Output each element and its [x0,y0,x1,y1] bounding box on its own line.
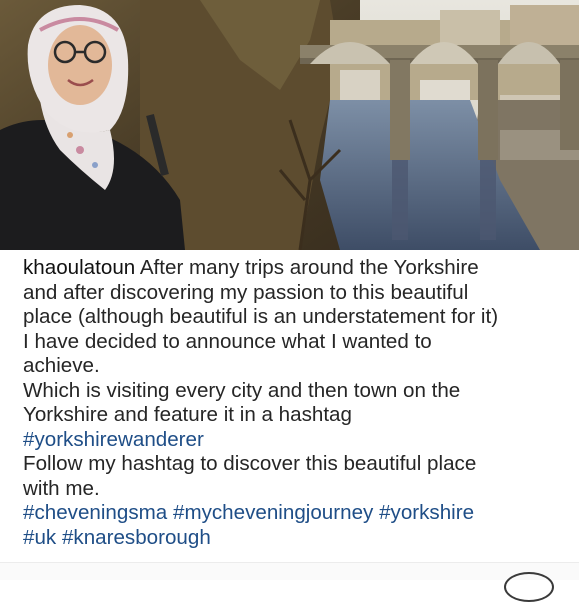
follow-line-1: Follow my hashtag to discover this beaut… [23,452,477,475]
post-photo[interactable] [0,0,579,250]
caption-line-4: I have decided to announce what I wanted… [23,329,432,353]
hashtag-line-2: #uk #knaresborough [23,526,575,551]
hashtag-link[interactable]: #mycheveningjourney [173,501,373,524]
caption-line-7: Yorkshire and feature it in a hashtag [23,403,352,426]
hashtag-link[interactable]: #knaresborough [62,526,211,549]
caption-line-6: Which is visiting every city and then to… [23,378,461,402]
hashtag-line-main: #yorkshirewanderer [23,428,575,453]
hashtag-link[interactable]: #cheveningsma [23,501,167,524]
post-caption: khaoulatoun After many trips around the … [23,256,575,550]
caption-text: After many trips around the Yorkshire [135,256,479,279]
username[interactable]: khaoulatoun [23,256,135,279]
hashtag-link[interactable]: #yorkshirewanderer [23,428,204,451]
hashtag-link[interactable]: #uk [23,526,56,549]
hashtag-link[interactable]: #yorkshire [379,501,474,524]
follow-line-2: with me. [23,476,100,500]
selfie-viaduct-image [0,0,579,250]
home-button-icon[interactable] [504,572,554,602]
caption-line-1: khaoulatoun After many trips around the … [23,256,575,281]
caption-line-5: achieve. [23,354,100,377]
bottom-bar [0,562,579,580]
caption-line-3: place (although beautiful is an understa… [23,305,499,328]
hashtag-line-1: #cheveningsma #mycheveningjourney #yorks… [23,501,575,526]
caption-line-2: and after discovering my passion to this… [23,280,469,304]
